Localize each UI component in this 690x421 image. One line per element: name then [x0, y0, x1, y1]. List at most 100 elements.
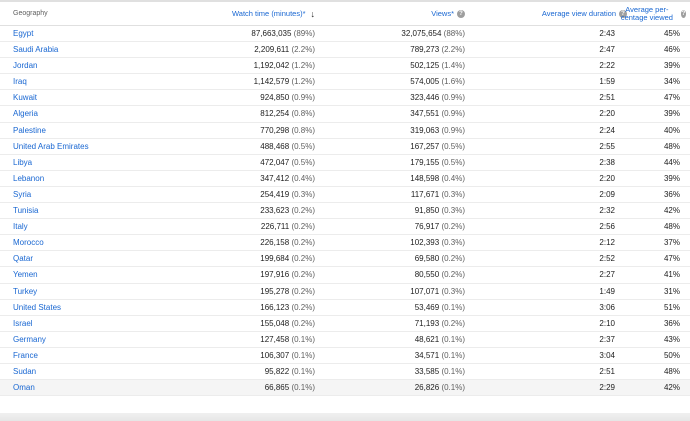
avg-percentage-viewed-cell: 42%: [663, 206, 680, 216]
avg-view-duration-cell: 2:27: [599, 270, 615, 280]
avg-view-duration-cell: 2:47: [599, 45, 615, 55]
views-value: 69,580: [414, 254, 440, 264]
views-percent: (0.5%): [441, 157, 465, 167]
views-value: 33,585: [414, 366, 440, 376]
views-cell: 107,071 (0.3%): [410, 284, 465, 300]
watch-time-cell: 66,865 (0.1%): [265, 380, 315, 396]
watch-time-cell: 127,458 (0.1%): [260, 332, 315, 348]
geography-link[interactable]: Israel: [13, 316, 33, 332]
geography-link[interactable]: Syria: [13, 187, 31, 203]
geography-link[interactable]: Iraq: [13, 74, 27, 90]
header-avg-percentage-viewed[interactable]: Average per-centage viewed ?: [616, 2, 686, 25]
avg-view-duration-cell: 1:59: [599, 77, 615, 87]
watch-time-percent: (0.1%): [291, 366, 315, 376]
table-row: Sudan 95,822 (0.1%) 33,585 (0.1%) 2:51 48%: [0, 364, 690, 381]
header-views[interactable]: Views* ?: [431, 2, 465, 25]
views-value: 48,621: [414, 334, 440, 344]
geography-link[interactable]: Sudan: [13, 364, 36, 380]
avg-percentage-viewed-cell: 45%: [663, 29, 680, 38]
avg-percentage-viewed-cell: 34%: [663, 77, 680, 87]
geography-link[interactable]: Morocco: [13, 235, 44, 251]
watch-time-value: 924,850: [260, 93, 290, 103]
geography-link[interactable]: Palestine: [13, 123, 46, 139]
header-avg-percentage-viewed-label[interactable]: Average per-centage viewed: [616, 5, 678, 22]
geography-link[interactable]: Qatar: [13, 251, 33, 267]
geography-link[interactable]: Germany: [13, 332, 46, 348]
views-cell: 33,585 (0.1%): [415, 364, 465, 380]
header-avg-view-duration-label[interactable]: Average view duration: [542, 9, 616, 18]
views-cell: 91,850 (0.3%): [415, 203, 465, 219]
table-row: Morocco 226,158 (0.2%) 102,393 (0.3%) 2:12 3…: [0, 235, 690, 252]
views-value: 167,257: [410, 141, 440, 151]
geography-table: Geography Watch time (minutes)* ↓ Views*…: [0, 0, 690, 421]
avg-percentage-viewed-cell: 48%: [663, 366, 680, 376]
geography-link[interactable]: United States: [13, 300, 61, 316]
table-row: Syria 254,419 (0.3%) 117,671 (0.3%) 2:09 36%: [0, 187, 690, 204]
geography-link[interactable]: Oman: [13, 380, 35, 396]
geography-link[interactable]: Tunisia: [13, 203, 39, 219]
views-percent: (1.4%): [441, 61, 465, 71]
avg-view-duration-cell: 2:56: [599, 222, 615, 232]
views-cell: 48,621 (0.1%): [415, 332, 465, 348]
help-icon[interactable]: ?: [457, 9, 465, 18]
geography-link[interactable]: Kuwait: [13, 90, 37, 106]
watch-time-value: 127,458: [260, 334, 290, 344]
sort-descending-icon[interactable]: ↓: [311, 9, 316, 19]
geography-link[interactable]: United Arab Emirates: [13, 139, 89, 155]
avg-percentage-viewed-cell: 51%: [663, 302, 680, 312]
views-percent: (0.3%): [441, 238, 465, 248]
watch-time-cell: 199,684 (0.2%): [260, 251, 315, 267]
geography-link[interactable]: Italy: [13, 219, 28, 235]
views-percent: (0.1%): [441, 366, 465, 376]
avg-percentage-viewed-cell: 50%: [663, 350, 680, 360]
avg-view-duration-cell: 2:32: [599, 206, 615, 216]
views-value: 102,393: [410, 238, 440, 248]
table-row: Libya 472,047 (0.5%) 179,155 (0.5%) 2:38 44%: [0, 155, 690, 171]
watch-time-percent: (0.2%): [291, 222, 315, 232]
views-value: 148,598: [410, 173, 440, 183]
watch-time-value: 1,192,042: [253, 61, 290, 71]
avg-percentage-viewed-cell: 39%: [663, 109, 680, 119]
avg-view-duration-cell: 2:09: [599, 189, 615, 199]
avg-percentage-viewed-cell: 48%: [663, 222, 680, 232]
watch-time-cell: 812,254 (0.8%): [260, 106, 315, 122]
avg-view-duration-cell: 2:51: [599, 366, 615, 376]
geography-link[interactable]: Yemen: [13, 267, 38, 283]
geography-link[interactable]: Saudi Arabia: [13, 42, 58, 58]
table-row: Turkey 195,278 (0.2%) 107,071 (0.3%) 1:49 31…: [0, 284, 690, 300]
watch-time-percent: (0.2%): [291, 286, 315, 296]
watch-time-cell: 924,850 (0.9%): [260, 90, 315, 106]
header-views-label[interactable]: Views*: [431, 9, 454, 18]
views-percent: (0.3%): [441, 286, 465, 296]
watch-time-cell: 106,307 (0.1%): [260, 348, 315, 364]
watch-time-value: 195,278: [260, 286, 290, 296]
geography-link[interactable]: Egypt: [13, 26, 33, 42]
table-row: Lebanon 347,412 (0.4%) 148,598 (0.4%) 2:20 3…: [0, 171, 690, 187]
header-geography-label: Geography: [13, 10, 48, 17]
geography-link[interactable]: Jordan: [13, 58, 37, 74]
geography-link[interactable]: Libya: [13, 155, 32, 171]
header-watch-time[interactable]: Watch time (minutes)* ↓: [232, 2, 315, 25]
geography-link[interactable]: France: [13, 348, 38, 364]
watch-time-cell: 95,822 (0.1%): [265, 364, 315, 380]
geography-link[interactable]: Lebanon: [13, 171, 44, 187]
watch-time-value: 233,623: [260, 206, 290, 216]
views-cell: 574,005 (1.6%): [410, 74, 465, 90]
table-row: Qatar 199,684 (0.2%) 69,580 (0.2%) 2:52 47%: [0, 251, 690, 268]
avg-percentage-viewed-cell: 36%: [663, 189, 680, 199]
geography-link[interactable]: Turkey: [13, 284, 37, 300]
watch-time-cell: 195,278 (0.2%): [260, 284, 315, 300]
help-icon[interactable]: ?: [680, 9, 686, 18]
views-value: 107,071: [410, 286, 440, 296]
views-value: 32,075,654: [401, 29, 442, 38]
watch-time-percent: (0.5%): [291, 157, 315, 167]
avg-view-duration-cell: 2:12: [599, 238, 615, 248]
header-watch-time-label[interactable]: Watch time (minutes)*: [232, 9, 306, 18]
avg-view-duration-cell: 2:38: [599, 157, 615, 167]
views-value: 91,850: [414, 206, 440, 216]
views-value: 323,446: [410, 93, 440, 103]
header-avg-view-duration[interactable]: Average view duration ?: [542, 2, 627, 25]
views-cell: 502,125 (1.4%): [410, 58, 465, 74]
views-value: 179,155: [410, 157, 440, 167]
geography-link[interactable]: Algeria: [13, 106, 38, 122]
